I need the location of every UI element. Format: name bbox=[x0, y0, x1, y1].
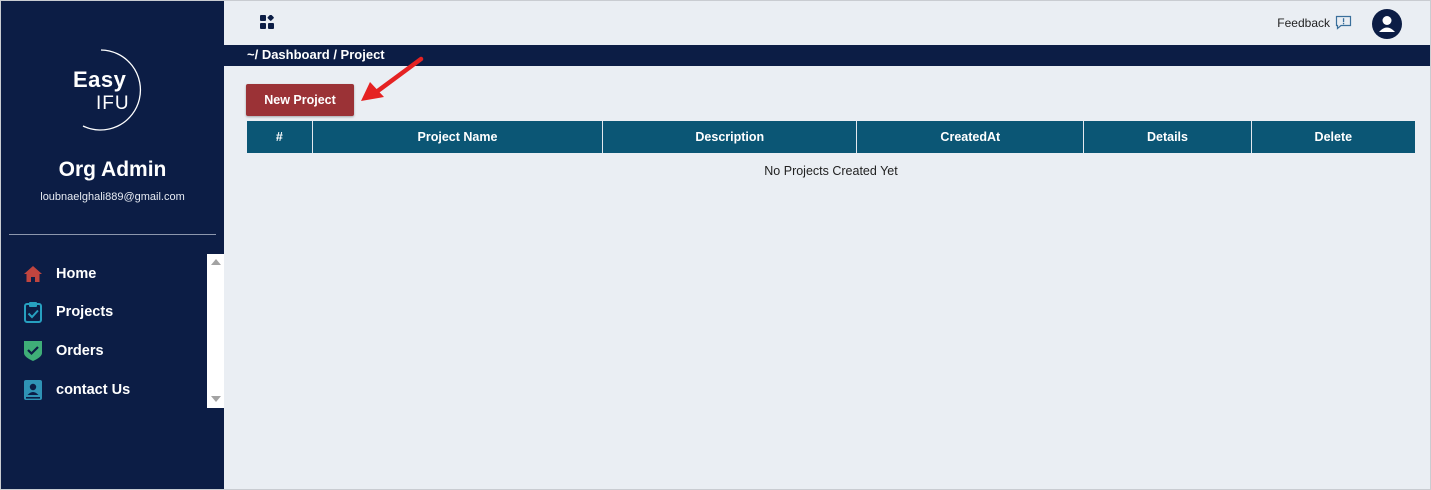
empty-table-message: No Projects Created Yet bbox=[764, 164, 898, 178]
column-header-created-at[interactable]: CreatedAt bbox=[856, 121, 1084, 153]
column-header-details[interactable]: Details bbox=[1083, 121, 1252, 153]
column-header-delete[interactable]: Delete bbox=[1250, 121, 1415, 153]
annotation-arrow-icon bbox=[361, 56, 424, 101]
feedback-link[interactable]: Feedback bbox=[1277, 15, 1352, 30]
logo-text-ifu: IFU bbox=[96, 93, 130, 114]
user-email: loubnaelghali889@gmail.com bbox=[40, 191, 185, 203]
column-header-description[interactable]: Description bbox=[602, 121, 857, 153]
sidebar-item-contact-us[interactable]: contact Us bbox=[21, 377, 130, 403]
user-avatar[interactable] bbox=[1372, 9, 1402, 39]
grid-icon[interactable] bbox=[260, 15, 274, 29]
app-window: Easy IFU Org Admin loubnaelghali889@gmai… bbox=[0, 0, 1431, 490]
projects-table: # Project Name Description CreatedAt Det… bbox=[247, 121, 1415, 189]
new-project-button[interactable]: New Project bbox=[246, 84, 354, 116]
sidebar-item-home[interactable]: Home bbox=[21, 261, 96, 287]
logo-text-easy: Easy bbox=[73, 67, 127, 92]
feedback-label: Feedback bbox=[1277, 15, 1330, 30]
sidebar-item-label: Projects bbox=[56, 304, 114, 320]
scroll-down-arrow-icon[interactable] bbox=[211, 396, 221, 402]
org-name: Org Admin bbox=[58, 158, 167, 181]
scroll-up-arrow-icon[interactable] bbox=[211, 259, 221, 265]
sidebar-item-label: Home bbox=[56, 266, 97, 282]
message-alert-icon bbox=[1335, 15, 1352, 30]
sidebar: Easy IFU Org Admin loubnaelghali889@gmai… bbox=[1, 1, 224, 489]
contact-card-icon bbox=[21, 379, 44, 402]
shield-check-icon bbox=[21, 340, 44, 363]
home-icon bbox=[21, 263, 44, 286]
column-header-number[interactable]: # bbox=[247, 121, 313, 153]
top-bar: Feedback bbox=[224, 1, 1430, 45]
sidebar-scrollbar[interactable] bbox=[207, 254, 224, 408]
sidebar-item-label: contact Us bbox=[56, 382, 131, 398]
sidebar-item-orders[interactable]: Orders bbox=[21, 338, 104, 364]
table-header-row: # Project Name Description CreatedAt Det… bbox=[247, 121, 1415, 153]
column-header-project-name[interactable]: Project Name bbox=[311, 121, 603, 153]
clipboard-check-icon bbox=[21, 301, 44, 324]
table-row: No Projects Created Yet bbox=[247, 153, 1415, 189]
sidebar-divider bbox=[9, 234, 216, 235]
user-icon bbox=[1379, 16, 1395, 32]
sidebar-item-label: Orders bbox=[56, 343, 104, 359]
sidebar-item-projects[interactable]: Projects bbox=[21, 299, 113, 325]
